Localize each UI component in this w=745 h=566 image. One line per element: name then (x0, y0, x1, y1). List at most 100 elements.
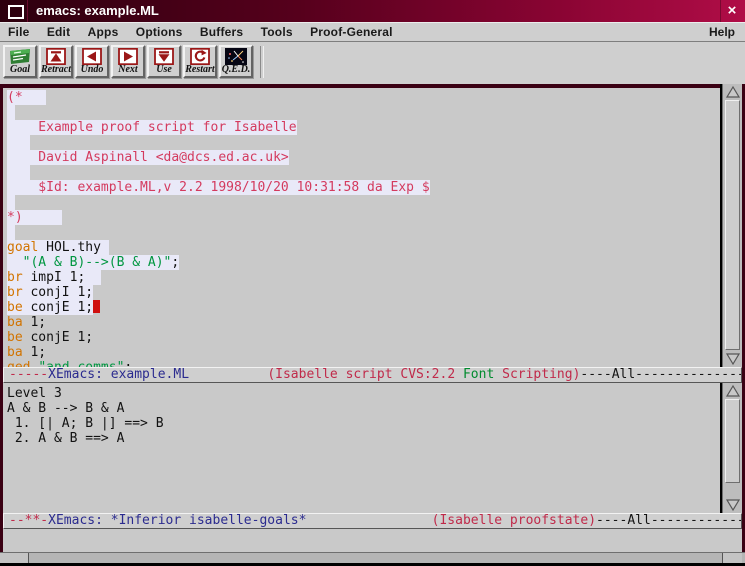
line-content: Example proof script for Isabelle (7, 120, 297, 135)
script-line[interactable]: br conjI 1; (3, 285, 720, 300)
script-modeline[interactable]: -----XEmacs: example.ML (Isabelle script… (3, 367, 742, 383)
script-line[interactable]: $Id: example.ML,v 2.2 1998/10/20 10:31:5… (3, 180, 720, 195)
code-token (7, 225, 15, 240)
titlebar-divider (27, 0, 28, 22)
menu-buffers[interactable]: Buffers (200, 23, 243, 41)
script-line[interactable] (3, 195, 720, 210)
modeline-token: (Isabelle proofstate) (432, 513, 596, 528)
goal-button[interactable]: Goal (3, 45, 37, 78)
script-line[interactable]: (* (3, 90, 720, 105)
menu-options[interactable]: Options (136, 23, 183, 41)
script-line[interactable] (3, 135, 720, 150)
next-icon (117, 48, 139, 65)
retract-button-label: Retract (41, 65, 71, 75)
script-line[interactable]: *) (3, 210, 720, 225)
script-line[interactable]: ba 1; (3, 345, 720, 360)
minibuffer[interactable] (3, 529, 742, 552)
horizontal-scrollbar[interactable] (0, 552, 745, 563)
code-token: (* (7, 90, 46, 105)
code-token (7, 135, 30, 150)
proof-general-toolbar: Goal Retract Undo Next (0, 42, 745, 84)
line-content (7, 105, 15, 120)
retract-button[interactable]: Retract (39, 45, 73, 78)
script-scrollbar[interactable] (722, 84, 742, 367)
goals-modeline[interactable]: --**-XEmacs: *Inferior isabelle-goals* (… (3, 513, 742, 529)
modeline-token: XEmacs: example.ML (48, 367, 189, 382)
undo-button-label: Undo (77, 65, 107, 75)
script-line[interactable] (3, 225, 720, 240)
titlebar[interactable]: emacs: example.ML × (0, 0, 745, 22)
next-button[interactable]: Next (111, 45, 145, 78)
line-content: be conjE 1; (7, 330, 93, 345)
scroll-down-icon[interactable] (725, 352, 741, 366)
script-line[interactable]: David Aspinall <da@dcs.ed.ac.uk> (3, 150, 720, 165)
use-button[interactable]: Use (147, 45, 181, 78)
qed-button-label: Q.E.D. (221, 65, 251, 75)
hscroll-left-segment[interactable] (0, 553, 29, 563)
menu-file[interactable]: File (8, 23, 29, 41)
code-token (7, 255, 23, 270)
hscroll-right-segment[interactable] (722, 553, 742, 563)
code-token: HOL.thy (38, 240, 108, 255)
code-token: ba (7, 315, 23, 330)
script-line[interactable]: "(A & B)-->(B & A)"; (3, 255, 720, 270)
line-content: "(A & B)-->(B & A)"; (7, 255, 179, 270)
code-token: conjE 1; (23, 330, 93, 345)
menu-tools[interactable]: Tools (261, 23, 293, 41)
scrollbar-thumb[interactable] (725, 100, 740, 350)
menu-proof-general[interactable]: Proof-General (310, 23, 393, 41)
scroll-down-icon[interactable] (725, 498, 741, 512)
script-line[interactable]: be conjE 1; (3, 330, 720, 345)
qed-button[interactable]: Q.E.D. (219, 45, 253, 78)
menu-help[interactable]: Help (709, 23, 735, 41)
scroll-up-icon[interactable] (725, 85, 741, 99)
line-content (7, 135, 30, 150)
goals-scrollbar[interactable] (722, 383, 742, 513)
code-token: impI 1; (23, 270, 101, 285)
script-line[interactable]: goal HOL.thy (3, 240, 720, 255)
code-token: $Id: example.ML,v 2.2 1998/10/20 10:31:5… (7, 180, 430, 195)
script-buffer[interactable]: (* Example proof script for Isabelle Dav… (3, 88, 720, 367)
script-line[interactable] (3, 165, 720, 180)
modeline-token: Scripting) (494, 367, 580, 382)
modeline-token: XEmacs: *Inferior isabelle-goals* (48, 513, 306, 528)
script-line[interactable]: ba 1; (3, 315, 720, 330)
line-content: br impI 1; (7, 270, 101, 285)
line-content: $Id: example.ML,v 2.2 1998/10/20 10:31:5… (7, 180, 430, 195)
restart-button[interactable]: Restart (183, 45, 217, 78)
menu-edit[interactable]: Edit (47, 23, 70, 41)
line-content: David Aspinall <da@dcs.ed.ac.uk> (7, 150, 289, 165)
modeline-token: ----All-------------- (580, 367, 742, 382)
xemacs-window: emacs: example.ML × File Edit Apps Optio… (0, 0, 745, 564)
use-button-label: Use (149, 65, 179, 75)
goals-buffer[interactable]: Level 3A & B --> B & A 1. [| A; B |] ==>… (3, 383, 720, 513)
modeline-token: (Isabelle script CVS:2.2 (267, 367, 463, 382)
modeline-token: Font (463, 367, 494, 382)
menubar: File Edit Apps Options Buffers Tools Pro… (0, 22, 745, 42)
code-token (7, 165, 30, 180)
goals-line: A & B --> B & A (7, 401, 720, 416)
next-button-label: Next (113, 65, 143, 75)
code-token: 1; (23, 315, 46, 330)
modeline-token: ----- (9, 367, 48, 382)
line-content (7, 165, 30, 180)
script-line[interactable]: be conjE 1; (3, 300, 720, 315)
goals-line: Level 3 (7, 386, 720, 401)
goals-line: 1. [| A; B |] ==> B (7, 416, 720, 431)
script-line[interactable]: br impI 1; (3, 270, 720, 285)
script-line[interactable]: qed "and_comms"; (3, 360, 720, 367)
restart-icon (189, 48, 211, 65)
undo-button[interactable]: Undo (75, 45, 109, 78)
code-token: br (7, 270, 23, 285)
script-line[interactable] (3, 105, 720, 120)
line-content: goal HOL.thy (7, 240, 109, 255)
code-token: be (7, 300, 23, 315)
close-button[interactable]: × (720, 0, 743, 22)
window-menu-icon[interactable] (8, 5, 24, 19)
script-line[interactable]: Example proof script for Isabelle (3, 120, 720, 135)
scroll-up-icon[interactable] (725, 384, 741, 398)
scrollbar-thumb[interactable] (725, 399, 740, 483)
menu-apps[interactable]: Apps (88, 23, 119, 41)
code-token: goal (7, 240, 38, 255)
qed-fireworks-icon (225, 48, 247, 65)
